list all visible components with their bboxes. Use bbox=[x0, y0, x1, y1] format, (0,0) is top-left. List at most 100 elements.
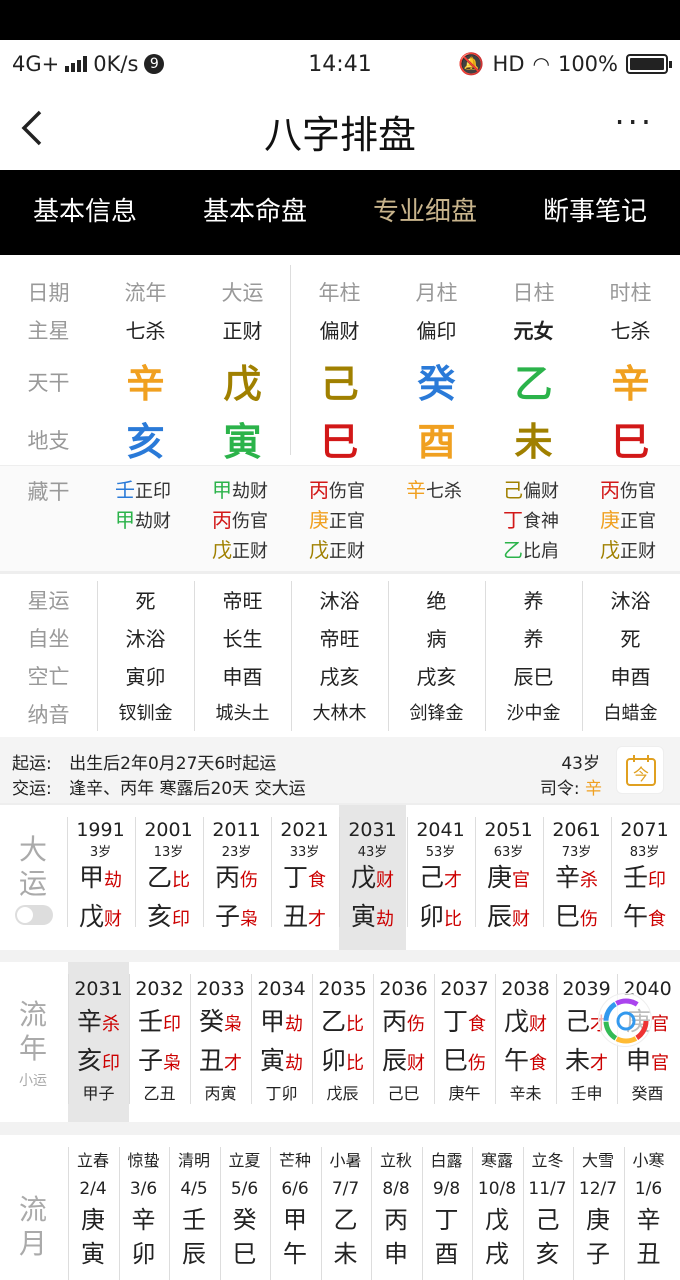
hidden-stem: 庚正官 bbox=[309, 506, 365, 536]
liunian-item[interactable]: 2033 癸枭 丑才 丙寅 bbox=[190, 962, 251, 1122]
liunian-item[interactable]: 2035 乙比 卯比 戊辰 bbox=[312, 962, 373, 1122]
jiaoyun-text: 逢辛、丙年 寒露后20天 交大运 bbox=[69, 779, 306, 799]
grid-line bbox=[421, 1147, 423, 1280]
tab-basic-chart[interactable]: 基本命盘 bbox=[170, 170, 340, 255]
dayun-toggle[interactable] bbox=[15, 905, 53, 925]
dayun-age: 63岁 bbox=[493, 845, 524, 860]
hidden-stem-gan: 甲 bbox=[212, 478, 232, 502]
liunian-item[interactable]: 2034 甲劫 寅劫 丁卯 bbox=[251, 962, 312, 1122]
dayun-gan: 甲劫 bbox=[67, 860, 134, 899]
dayun-item[interactable]: 2041 53岁 己才 卯比 bbox=[407, 805, 474, 950]
tab-notes[interactable]: 断事笔记 bbox=[510, 170, 680, 255]
hidden-stem-gan: 庚 bbox=[600, 508, 620, 532]
page-title: 八字排盘 bbox=[263, 113, 416, 157]
dayun-item[interactable]: 2011 23岁 丙伤 子枭 bbox=[203, 805, 270, 950]
dayun-item[interactable]: 2061 73岁 辛杀 巳伤 bbox=[543, 805, 610, 950]
hidden-stem: 甲劫财 bbox=[115, 506, 171, 536]
grid-line bbox=[556, 974, 557, 1104]
dayun-zhi: 午食 bbox=[611, 899, 678, 938]
dayun-item[interactable]: 1991 3岁 甲劫 戊财 bbox=[67, 805, 134, 950]
today-calendar-button[interactable]: 今 bbox=[616, 746, 664, 794]
liunian-gan-god: 食 bbox=[468, 1014, 486, 1035]
hidden-stem: 丙伤官 bbox=[212, 506, 268, 536]
grid-line bbox=[434, 974, 435, 1104]
pillar-zhi: 巳 bbox=[611, 420, 650, 464]
grid-line bbox=[190, 974, 191, 1104]
dayun-item[interactable]: 2071 83岁 壬印 午食 bbox=[611, 805, 678, 950]
liunian-item[interactable]: 2036 丙伤 辰财 己巳 bbox=[373, 962, 434, 1122]
liuyue-item[interactable]: 寒露 10/8 戊戌 bbox=[472, 1135, 522, 1280]
liunian-item[interactable]: 2032 壬印 子枭 乙丑 bbox=[129, 962, 190, 1122]
star-row-label: 纳音 bbox=[27, 703, 70, 727]
hidden-stem-god: 伤官 bbox=[620, 481, 656, 502]
qiyun-info: 起运: 出生后2年0月27天6时起运 交运: 逢辛、丙年 寒露后20天 交大运 … bbox=[0, 737, 680, 803]
tab-basic-info[interactable]: 基本信息 bbox=[0, 170, 170, 255]
liuyue-item[interactable]: 清明 4/5 壬辰 bbox=[169, 1135, 219, 1280]
liuyue-zhi: 巳 bbox=[232, 1240, 257, 1268]
dayun-gan-god: 伤 bbox=[240, 870, 258, 891]
hidden-stem: 丙伤官 bbox=[600, 476, 656, 506]
liunian-item[interactable]: 2037 丁食 巳伤 庚午 bbox=[434, 962, 495, 1122]
liunian-year: 2037 bbox=[440, 978, 489, 1000]
qiyun-text: 出生后2年0月27天6时起运 bbox=[69, 754, 277, 774]
xiaoyun-value: 辛未 bbox=[509, 1084, 542, 1103]
liuyue-item[interactable]: 惊蛰 3/6 辛卯 bbox=[118, 1135, 169, 1280]
dayun-zhi-god: 财 bbox=[512, 909, 530, 930]
dayun-year: 2051 bbox=[484, 819, 533, 841]
star-cell: 沙中金 bbox=[506, 703, 561, 724]
siling-value: 辛 bbox=[585, 779, 602, 799]
liuyue-gan: 辛 bbox=[636, 1206, 661, 1234]
star-cell: 申酉 bbox=[610, 665, 651, 689]
liunian-item[interactable]: 2031 辛杀 亥印 甲子 bbox=[68, 962, 129, 1122]
more-options-icon[interactable]: ··· bbox=[614, 106, 654, 138]
dayun-gan-god: 财 bbox=[376, 870, 394, 891]
solar-term-date: 9/8 bbox=[432, 1179, 461, 1199]
liunian-item[interactable]: 2038 戊财 午食 辛未 bbox=[495, 962, 556, 1122]
liuyue-zhi: 戌 bbox=[485, 1240, 509, 1268]
solar-term: 大雪 bbox=[581, 1151, 614, 1170]
liunian-label-char: 流 bbox=[18, 998, 47, 1031]
liuyue-item[interactable]: 芒种 6/6 甲午 bbox=[270, 1135, 320, 1280]
grid-line bbox=[371, 1147, 372, 1280]
star-cell: 沐浴 bbox=[610, 589, 651, 613]
dayun-zhi: 亥印 bbox=[135, 899, 202, 938]
tab-bar: 基本信息 基本命盘 专业细盘 断事笔记 bbox=[0, 170, 680, 255]
dayun-item[interactable]: 2051 63岁 庚官 辰财 bbox=[475, 805, 542, 950]
liuyue-item[interactable]: 立秋 8/8 丙申 bbox=[371, 1135, 421, 1280]
liuyue-gan: 丙 bbox=[384, 1206, 408, 1234]
dayun-item[interactable]: 2021 33岁 丁食 丑才 bbox=[271, 805, 338, 950]
liunian-zhi: 子枭 bbox=[129, 1043, 190, 1082]
liuyue-gan: 甲 bbox=[283, 1206, 307, 1234]
liunian-zhi: 未才 bbox=[556, 1043, 617, 1082]
liunian-gan-god: 财 bbox=[529, 1014, 547, 1035]
liunian-gan: 乙比 bbox=[312, 1004, 373, 1043]
dayun-item[interactable]: 2031 43岁 戊财 寅劫 bbox=[339, 805, 406, 950]
liuyue-item[interactable]: 小寒 1/6 辛丑 bbox=[623, 1135, 674, 1280]
liuyue-item[interactable]: 小暑 7/7 乙未 bbox=[320, 1135, 371, 1280]
dayun-item[interactable]: 2001 13岁 乙比 亥印 bbox=[135, 805, 202, 950]
liuyue-item[interactable]: 立冬 11/7 己亥 bbox=[522, 1135, 573, 1280]
hidden-stems-column: 丙伤官 庚正官 戊正财 bbox=[600, 476, 656, 566]
dayun-gan: 乙比 bbox=[135, 860, 202, 899]
liunian-zhi: 午食 bbox=[495, 1043, 556, 1082]
tab-professional-chart[interactable]: 专业细盘 bbox=[340, 170, 510, 255]
dayun-label-char: 运 bbox=[18, 867, 47, 900]
liunian-gan-god: 劫 bbox=[285, 1014, 303, 1035]
dayun-gan-god: 比 bbox=[172, 870, 190, 891]
solar-term: 立夏 bbox=[228, 1151, 261, 1170]
liuyue-item[interactable]: 大雪 12/7 庚子 bbox=[573, 1135, 623, 1280]
liuyue-item[interactable]: 立春 2/4 庚寅 bbox=[68, 1135, 118, 1280]
star-cell: 戌亥 bbox=[416, 665, 457, 689]
dayun-age: 23岁 bbox=[221, 845, 252, 860]
star-cell: 剑锋金 bbox=[409, 703, 464, 724]
liunian-gan-char: 丁 bbox=[442, 1007, 468, 1036]
solar-term-date: 12/7 bbox=[578, 1179, 618, 1199]
dayun-gan-char: 丙 bbox=[214, 863, 240, 892]
hidden-stems-column: 丙伤官 庚正官 戊正财 bbox=[309, 476, 365, 566]
dayun-zhi: 巳伤 bbox=[543, 899, 610, 938]
floating-logo-icon[interactable] bbox=[598, 993, 652, 1047]
star-cell: 死 bbox=[135, 589, 156, 613]
liuyue-item[interactable]: 立夏 5/6 癸巳 bbox=[219, 1135, 270, 1280]
liuyue-item[interactable]: 白露 9/8 丁酉 bbox=[421, 1135, 472, 1280]
hidden-stem-god: 正官 bbox=[620, 511, 656, 532]
